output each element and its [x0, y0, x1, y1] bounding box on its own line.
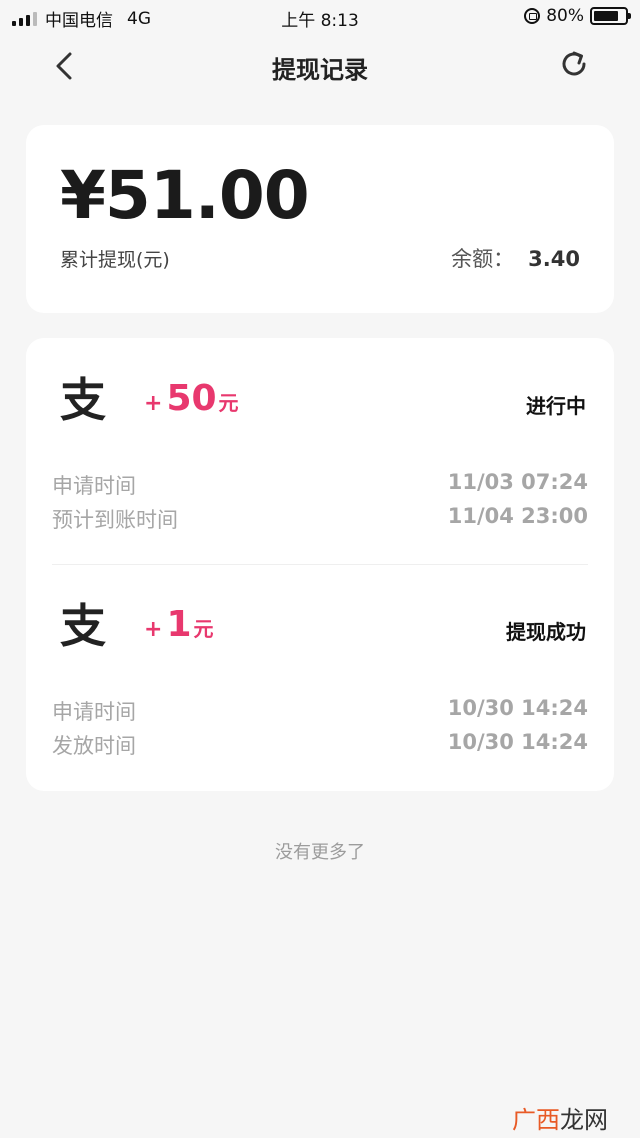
detail-label: 发放时间 [52, 734, 136, 758]
status-right: 80% [524, 6, 631, 26]
balance: 余额： 3.40 [451, 243, 580, 273]
detail-value: 11/04 23:00 [447, 504, 588, 528]
detail-label: 申请时间 [52, 700, 136, 724]
detail-value: 10/30 14:24 [447, 696, 588, 720]
list-item[interactable]: 支 + 1 元 提现成功 申请时间 10/30 14:24 发放时间 10/30… [26, 564, 614, 790]
summary-card: ¥51.00 累计提现(元) 余额： 3.40 [26, 125, 614, 313]
detail-label: 预计到账时间 [52, 508, 178, 532]
page-title: 提现记录 [272, 56, 368, 84]
total-withdrawn-amount: ¥51.00 [60, 157, 310, 234]
battery-percent: 80% [546, 6, 584, 26]
alipay-icon: 支 [60, 599, 106, 653]
nav-bar: 提现记录 [0, 34, 640, 98]
amount-value: 1 [166, 604, 192, 645]
status-bar: 中国电信 4G 上午 8:13 80% [0, 0, 640, 34]
detail-label: 申请时间 [52, 474, 136, 498]
watermark-logo: 广西 龙网 [512, 1100, 608, 1135]
orientation-lock-icon [524, 8, 541, 24]
amount-plus: + [144, 617, 163, 642]
amount-unit: 元 [218, 391, 239, 415]
status-badge: 进行中 [526, 394, 586, 418]
watermark-part1: 广西 [512, 1106, 560, 1134]
detail-row: 申请时间 11/03 07:24 [52, 470, 588, 500]
total-withdrawn-label: 累计提现(元) [60, 249, 170, 271]
watermark-part2: 龙网 [560, 1106, 608, 1134]
record-amount: + 50 元 [144, 378, 239, 419]
detail-row: 发放时间 10/30 14:24 [52, 730, 588, 760]
list-item[interactable]: 支 + 50 元 进行中 申请时间 11/03 07:24 预计到账时间 11/… [26, 338, 614, 564]
detail-value: 10/30 14:24 [447, 730, 588, 754]
refresh-icon [562, 51, 586, 76]
detail-value: 11/03 07:24 [447, 470, 588, 494]
no-more-text: 没有更多了 [275, 842, 365, 863]
balance-label: 余额： [451, 247, 515, 271]
record-amount: + 1 元 [144, 604, 214, 645]
amount-unit: 元 [193, 617, 214, 641]
battery-icon [590, 7, 631, 25]
status-badge: 提现成功 [506, 620, 586, 644]
withdrawal-records-list: 支 + 50 元 进行中 申请时间 11/03 07:24 预计到账时间 11/… [26, 338, 614, 791]
alipay-icon: 支 [60, 373, 106, 427]
detail-row: 申请时间 10/30 14:24 [52, 696, 588, 726]
balance-value: 3.40 [528, 247, 580, 271]
detail-row: 预计到账时间 11/04 23:00 [52, 504, 588, 534]
amount-value: 50 [166, 378, 217, 419]
refresh-button[interactable] [558, 48, 590, 80]
amount-plus: + [144, 391, 163, 416]
